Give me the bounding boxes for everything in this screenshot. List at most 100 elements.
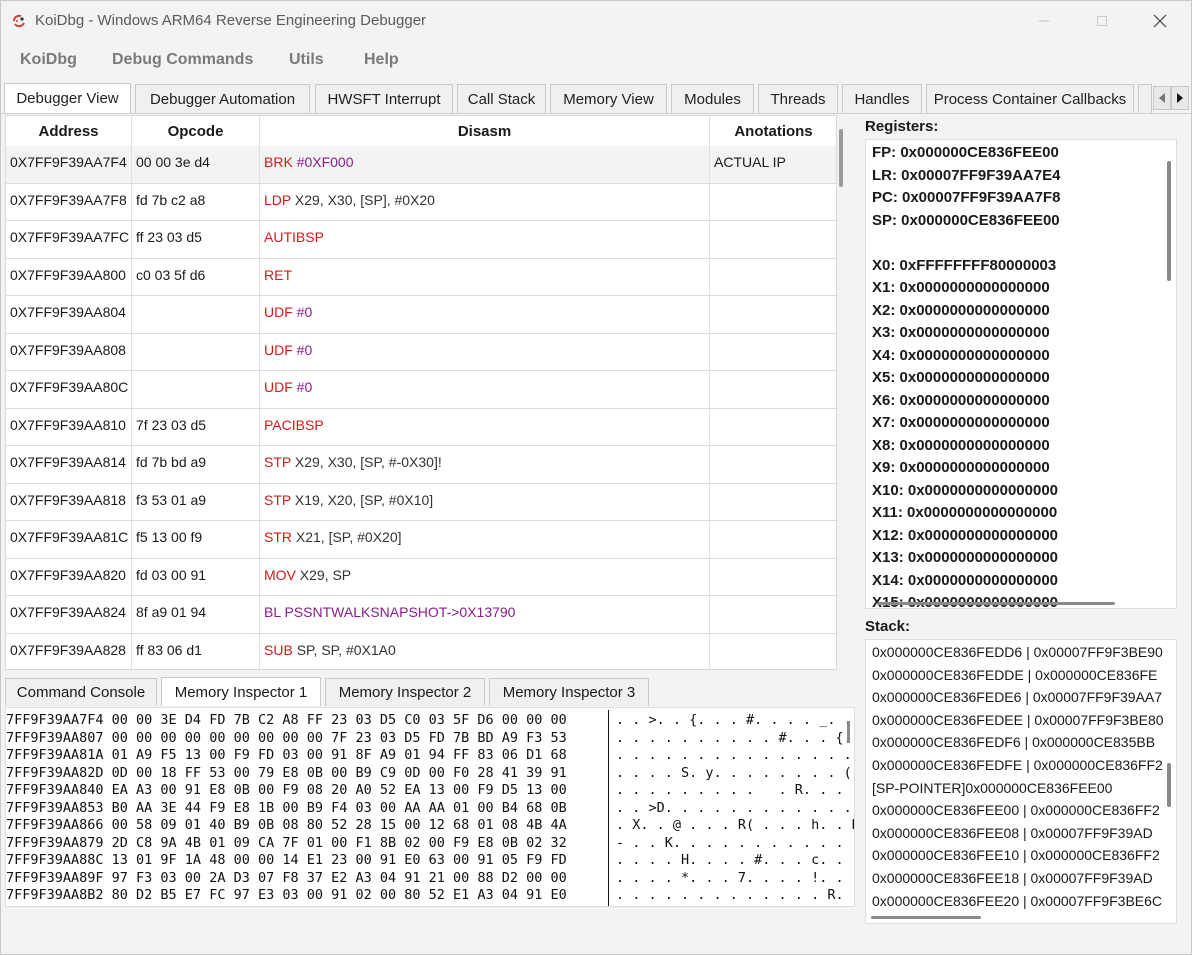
stack-line: 0x000000CE836FEDFE | 0x000000CE836FF2 [872, 757, 1163, 773]
disasm-cell: BRK #0XF000 [260, 146, 710, 183]
disasm-cell: SUB SP, SP, #0X1A0 [260, 633, 710, 669]
register-line: X6: 0x0000000000000000 [872, 391, 1050, 409]
registers-scrollbar[interactable] [1167, 161, 1171, 281]
close-button[interactable] [1131, 1, 1189, 41]
tab-scroll-left-button[interactable] [1153, 86, 1171, 110]
opcode-cell: f3 53 01 a9 [132, 483, 260, 520]
opcode-cell: fd 03 00 91 [132, 558, 260, 595]
opcode-cell [132, 333, 260, 370]
register-line: X0: 0xFFFFFFFF80000003 [872, 256, 1057, 274]
tab-memory-inspector-2[interactable]: Memory Inspector 2 [325, 678, 485, 706]
stack-scrollbar[interactable] [1167, 763, 1171, 807]
table-row[interactable]: 0X7FF9F39AA818 f3 53 01 a9 STP X19, X20, [… [6, 483, 836, 521]
operands: #0 [296, 379, 313, 395]
table-row[interactable]: 0X7FF9F39AA80C UDF #0 [6, 371, 836, 409]
address-cell: 0X7FF9F39AA808 [6, 333, 132, 370]
table-row[interactable]: 0X7FF9F39AA808 UDF #0 [6, 333, 836, 371]
mnemonic: RET [264, 266, 292, 283]
memory-scrollbar[interactable] [847, 721, 850, 743]
tab-threads[interactable]: Threads [758, 84, 838, 113]
table-row[interactable]: 0X7FF9F39AA828 ff 83 06 d1 SUB SP, SP, #0X… [6, 633, 836, 670]
tab-handles[interactable]: Handles [842, 84, 922, 113]
address-cell: 0X7FF9F39AA7F4 [6, 146, 132, 183]
stack-panel[interactable]: 0x000000CE836FEDD6 | 0x00007FF9F3BE90 0x0… [865, 639, 1177, 924]
address-cell: 0X7FF9F39AA814 [6, 446, 132, 483]
menu-utils[interactable]: Utils [289, 51, 324, 69]
tab-hwsft-interrupt[interactable]: HWSFT Interrupt [315, 84, 453, 113]
table-row[interactable]: 0X7FF9F39AA7F4 00 00 3e d4 BRK #0XF000 ACTU… [6, 146, 836, 184]
tab-debugger-view[interactable]: Debugger View [4, 83, 131, 113]
registers-hscrollbar[interactable] [877, 602, 1115, 605]
register-line: LR: 0x00007FF9F39AA7E4 [872, 166, 1061, 184]
annotation-cell [710, 634, 836, 670]
tab-overflow[interactable] [1138, 84, 1152, 113]
opcode-cell: 7f 23 03 d5 [132, 408, 260, 445]
stack-line: 0x000000CE836FEDEE | 0x00007FF9F3BE80 [872, 711, 1164, 728]
table-row[interactable]: 0X7FF9F39AA814 fd 7b bd a9 STP X29, X30, [… [6, 446, 836, 484]
tab-memory-view[interactable]: Memory View [550, 84, 667, 113]
table-row[interactable]: 0X7FF9F39AA81C f5 13 00 f9 STR X21, [SP, #… [6, 521, 836, 559]
stack-line: [SP-POINTER]0x000000CE836FEE00 [872, 779, 1113, 796]
annotation-cell [710, 559, 836, 596]
table-row[interactable]: 0X7FF9F39AA810 7f 23 03 d5 PACIBSP [6, 408, 836, 446]
disassembly-rows: 0X7FF9F39AA7F4 00 00 3e d4 BRK #0XF000 ACTU… [6, 146, 836, 670]
header-disasm[interactable]: Disasm [260, 116, 710, 146]
memory-inspector-panel[interactable]: 7FF9F39AA7F4 00 00 3E D4 FD 7B C2 A8 FF … [5, 707, 855, 907]
menu-help[interactable]: Help [364, 51, 399, 69]
table-row[interactable]: 0X7FF9F39AA804 UDF #0 [6, 296, 836, 334]
maximize-icon [1097, 16, 1107, 26]
operands: #0 [296, 304, 313, 320]
memory-hex-line: 7FF9F39AA89F 97 F3 03 00 2A D3 07 F8 37 … [6, 869, 567, 886]
register-line: FP: 0x000000CE836FEE00 [872, 144, 1059, 161]
mnemonic: MOV [264, 566, 296, 583]
header-opcode[interactable]: Opcode [132, 116, 260, 146]
disasm-cell: LDP X29, X30, [SP], #0X20 [260, 183, 710, 220]
header-address[interactable]: Address [6, 116, 132, 146]
main-window: KoiDbg - Windows ARM64 Reverse Engineeri… [0, 0, 1192, 955]
tab-scroll-right-button[interactable] [1171, 86, 1189, 110]
table-row[interactable]: 0X7FF9F39AA824 8f a9 01 94 BL PSSNTWALKSNA… [6, 596, 836, 634]
minimize-button[interactable] [1015, 1, 1073, 41]
tab-debugger-automation[interactable]: Debugger Automation [135, 84, 310, 113]
annotation-cell [710, 596, 836, 633]
disasm-cell: UDF #0 [260, 296, 710, 333]
address-cell: 0X7FF9F39AA824 [6, 596, 132, 633]
memory-divider [608, 710, 609, 906]
disasm-cell: STP X29, X30, [SP, #-0X30]! [260, 446, 710, 483]
header-annotations[interactable]: Anotations [710, 116, 836, 146]
opcode-cell [132, 296, 260, 333]
stack-line: 0x000000CE836FEE18 | 0x00007FF9F39AD [872, 870, 1153, 886]
annotation-cell [710, 521, 836, 558]
annotation-cell [710, 221, 836, 258]
tab-process-container-callbacks[interactable]: Process Container Callbacks [926, 84, 1134, 113]
tab-command-console[interactable]: Command Console [5, 678, 157, 706]
table-row[interactable]: 0X7FF9F39AA800 c0 03 5f d6 RET [6, 258, 836, 296]
register-line: X3: 0x0000000000000000 [872, 324, 1050, 341]
disasm-cell: STP X19, X20, [SP, #0X10] [260, 483, 710, 520]
stack-hscrollbar[interactable] [871, 916, 981, 919]
register-line: X7: 0x0000000000000000 [872, 414, 1050, 431]
maximize-button[interactable] [1073, 1, 1131, 41]
tab-modules[interactable]: Modules [671, 84, 754, 113]
opcode-cell: fd 7b c2 a8 [132, 183, 260, 220]
mnemonic: SUB [264, 641, 293, 658]
stack-line: 0x000000CE836FEDDE | 0x000000CE836FE [872, 666, 1158, 683]
table-row[interactable]: 0X7FF9F39AA7FC ff 23 03 d5 AUTIBSP [6, 221, 836, 259]
tab-memory-inspector-3[interactable]: Memory Inspector 3 [489, 678, 649, 706]
title-bar[interactable]: KoiDbg - Windows ARM64 Reverse Engineeri… [1, 1, 1191, 41]
register-line: X4: 0x0000000000000000 [872, 346, 1050, 364]
table-row[interactable]: 0X7FF9F39AA820 fd 03 00 91 MOV X29, SP [6, 558, 836, 596]
operands: X29, X30, [SP, #-0X30]! [294, 454, 442, 470]
menu-koidbg[interactable]: KoiDbg [20, 51, 77, 69]
registers-panel[interactable]: FP: 0x000000CE836FEE00 LR: 0x00007FF9F39A… [865, 139, 1177, 609]
table-row[interactable]: 0X7FF9F39AA7F8 fd 7b c2 a8 LDP X29, X30, [… [6, 183, 836, 221]
opcode-cell [132, 371, 260, 408]
menu-debug-commands[interactable]: Debug Commands [112, 51, 253, 69]
opcode-cell: fd 7b bd a9 [132, 446, 260, 483]
disassembly-grid[interactable]: Address Opcode Disasm Anotations 0X7FF9F… [5, 115, 837, 670]
register-line: X10: 0x0000000000000000 [872, 481, 1059, 499]
tab-call-stack[interactable]: Call Stack [457, 84, 546, 113]
memory-ascii-line: . . . . *. . . 7. . . . !. . . . . [616, 869, 854, 886]
disassembly-scrollbar[interactable] [839, 129, 843, 187]
tab-memory-inspector-1[interactable]: Memory Inspector 1 [161, 677, 321, 706]
